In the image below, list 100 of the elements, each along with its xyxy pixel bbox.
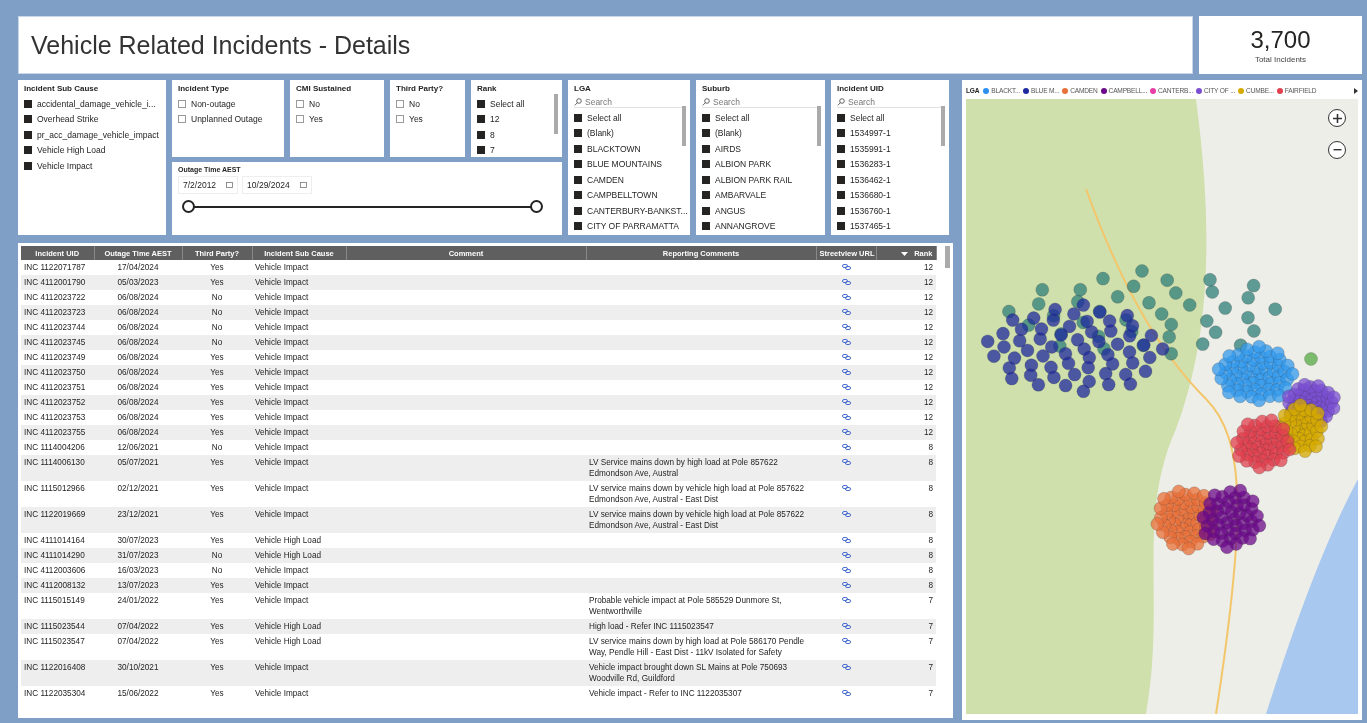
checkbox[interactable] — [702, 206, 710, 215]
checkbox[interactable] — [702, 144, 710, 153]
checkbox[interactable] — [702, 129, 710, 138]
checkbox[interactable] — [574, 144, 582, 153]
slicer-item[interactable]: Overhead Strike — [24, 111, 160, 127]
slicer-item[interactable]: Yes — [396, 111, 459, 127]
slicer-item[interactable]: ANNANGROVE — [702, 218, 819, 234]
slicer-item[interactable]: BLACKTOWN — [574, 141, 684, 157]
link-icon[interactable] — [841, 485, 851, 491]
checkbox[interactable] — [24, 161, 32, 170]
date-field[interactable]: 10/29/2024 — [242, 176, 312, 194]
slicer-item[interactable]: CAMDEN — [574, 172, 684, 188]
slider-handle[interactable] — [530, 200, 543, 213]
slicer-item[interactable]: AMBARVALE — [702, 187, 819, 203]
search-field[interactable]: Search — [837, 96, 943, 108]
scrollbar[interactable] — [941, 106, 945, 146]
checkbox[interactable] — [178, 99, 186, 108]
checkbox[interactable] — [396, 115, 404, 124]
checkbox[interactable] — [837, 206, 845, 215]
map-drawing[interactable] — [966, 99, 1358, 714]
table-cell: INC 1114004206 — [21, 440, 94, 455]
table-cell: Yes — [182, 365, 252, 380]
link-icon[interactable] — [841, 664, 851, 670]
checkbox[interactable] — [574, 113, 582, 122]
scrollbar[interactable] — [554, 94, 558, 134]
link-icon[interactable] — [841, 690, 851, 696]
slicer-item[interactable]: Vehicle Impact — [24, 158, 160, 174]
checkbox[interactable] — [24, 130, 32, 139]
slicer-item[interactable]: 1536680-1 — [837, 187, 943, 203]
slicer-item[interactable]: AIRDS — [702, 141, 819, 157]
slicer-item[interactable]: ANGUS — [702, 203, 819, 219]
slicer-item[interactable]: (Blank) — [702, 125, 819, 141]
table-cell: No — [182, 335, 252, 350]
checkbox[interactable] — [837, 113, 845, 122]
table-cell: Probable vehicle impact at Pole 585529 Dunmore St, Wentworthville — [586, 593, 816, 619]
checkbox[interactable] — [24, 115, 32, 124]
checkbox[interactable] — [837, 222, 845, 231]
slicer-item[interactable]: Select all — [477, 96, 556, 112]
checkbox[interactable] — [396, 99, 404, 108]
checkbox[interactable] — [178, 115, 186, 124]
search-field[interactable]: Search — [702, 96, 819, 108]
slicer-item[interactable]: Select all — [574, 110, 684, 126]
checkbox[interactable] — [702, 191, 710, 200]
slicer-item[interactable]: 1537465-1 — [837, 218, 943, 234]
checkbox[interactable] — [574, 206, 582, 215]
slicer-item[interactable]: 1535991-1 — [837, 141, 943, 157]
checkbox[interactable] — [296, 115, 304, 124]
slicer-item[interactable]: Select all — [702, 110, 819, 126]
checkbox[interactable] — [837, 129, 845, 138]
checkbox[interactable] — [574, 129, 582, 138]
slicer-item[interactable]: CAMPBELLTOWN — [574, 187, 684, 203]
checkbox[interactable] — [837, 175, 845, 184]
link-icon[interactable] — [841, 511, 851, 517]
slicer-item[interactable]: 1536760-1 — [837, 203, 943, 219]
checkbox[interactable] — [477, 146, 485, 155]
checkbox[interactable] — [702, 175, 710, 184]
slicer-item[interactable]: 12 — [477, 111, 556, 127]
checkbox[interactable] — [574, 191, 582, 200]
checkbox[interactable] — [837, 144, 845, 153]
slicer-item[interactable]: Select all — [837, 110, 943, 126]
slicer-item[interactable]: No — [296, 96, 378, 112]
slicer-item[interactable]: 7 — [477, 142, 556, 157]
checkbox[interactable] — [574, 222, 582, 231]
checkbox[interactable] — [477, 130, 485, 139]
slider-handle[interactable] — [182, 200, 195, 213]
date-field[interactable]: 7/2/2012 — [178, 176, 239, 194]
slicer-item[interactable]: 8 — [477, 127, 556, 143]
slicer-item[interactable]: CITY OF PARRAMATTA — [574, 218, 684, 234]
slicer-item[interactable]: ALBION PARK RAIL — [702, 172, 819, 188]
search-field[interactable]: Search — [574, 96, 684, 108]
slicer-item[interactable]: 1536462-1 — [837, 172, 943, 188]
slicer-item[interactable]: (Blank) — [574, 125, 684, 141]
slicer-item[interactable]: accidental_damage_vehicle_i... — [24, 96, 160, 112]
slicer-item[interactable]: Yes — [296, 111, 378, 127]
slicer-item[interactable]: 1534997-1 — [837, 125, 943, 141]
slicer-item[interactable]: 1536283-1 — [837, 156, 943, 172]
checkbox[interactable] — [24, 99, 32, 108]
scrollbar[interactable] — [945, 246, 950, 268]
slicer-item[interactable]: BLUE MOUNTAINS — [574, 156, 684, 172]
checkbox[interactable] — [296, 99, 304, 108]
checkbox[interactable] — [702, 222, 710, 231]
checkbox[interactable] — [837, 191, 845, 200]
scrollbar[interactable] — [682, 106, 686, 146]
checkbox[interactable] — [574, 160, 582, 169]
slicer-item[interactable]: Vehicle High Load — [24, 142, 160, 158]
checkbox[interactable] — [702, 160, 710, 169]
checkbox[interactable] — [574, 175, 582, 184]
checkbox[interactable] — [702, 113, 710, 122]
scrollbar[interactable] — [817, 106, 821, 146]
checkbox[interactable] — [477, 115, 485, 124]
checkbox[interactable] — [24, 146, 32, 155]
slicer-item[interactable]: ALBION PARK — [702, 156, 819, 172]
next-arrow-icon[interactable] — [1354, 87, 1358, 94]
checkbox[interactable] — [837, 160, 845, 169]
slicer-item[interactable]: Unplanned Outage — [178, 111, 278, 127]
slicer-item[interactable]: pr_acc_damage_vehicle_impact — [24, 127, 160, 143]
slicer-item[interactable]: No — [396, 96, 459, 112]
slicer-item[interactable]: Non-outage — [178, 96, 278, 112]
checkbox[interactable] — [477, 99, 485, 108]
table-cell: Vehicle Impact — [252, 380, 346, 395]
